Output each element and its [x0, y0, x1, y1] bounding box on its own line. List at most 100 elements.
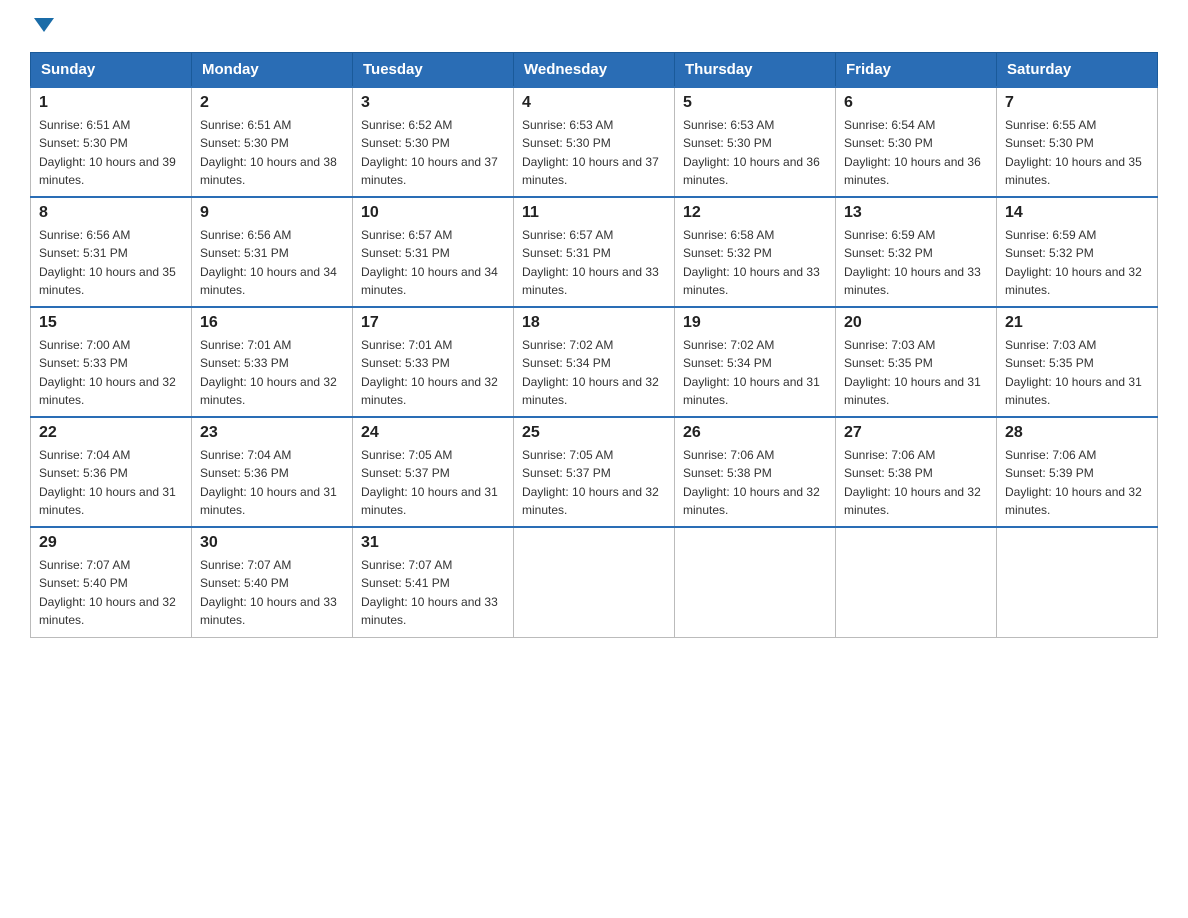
day-number: 9	[200, 204, 344, 222]
day-number: 1	[39, 94, 183, 112]
calendar-cell: 6 Sunrise: 6:54 AMSunset: 5:30 PMDayligh…	[836, 87, 997, 197]
day-info: Sunrise: 7:05 AMSunset: 5:37 PMDaylight:…	[522, 448, 659, 517]
logo-triangle-icon	[34, 18, 54, 32]
day-number: 28	[1005, 424, 1149, 442]
column-header-wednesday: Wednesday	[514, 53, 675, 88]
calendar-cell: 24 Sunrise: 7:05 AMSunset: 5:37 PMDaylig…	[353, 417, 514, 527]
day-number: 20	[844, 314, 988, 332]
day-info: Sunrise: 6:51 AMSunset: 5:30 PMDaylight:…	[39, 118, 176, 187]
day-info: Sunrise: 7:03 AMSunset: 5:35 PMDaylight:…	[1005, 338, 1142, 407]
day-info: Sunrise: 7:05 AMSunset: 5:37 PMDaylight:…	[361, 448, 498, 517]
day-info: Sunrise: 6:51 AMSunset: 5:30 PMDaylight:…	[200, 118, 337, 187]
calendar-cell: 2 Sunrise: 6:51 AMSunset: 5:30 PMDayligh…	[192, 87, 353, 197]
day-number: 22	[39, 424, 183, 442]
page-header	[30, 20, 1158, 34]
calendar-cell: 3 Sunrise: 6:52 AMSunset: 5:30 PMDayligh…	[353, 87, 514, 197]
calendar-cell: 18 Sunrise: 7:02 AMSunset: 5:34 PMDaylig…	[514, 307, 675, 417]
calendar-cell: 12 Sunrise: 6:58 AMSunset: 5:32 PMDaylig…	[675, 197, 836, 307]
calendar-cell	[997, 527, 1158, 637]
day-number: 30	[200, 534, 344, 552]
day-info: Sunrise: 6:52 AMSunset: 5:30 PMDaylight:…	[361, 118, 498, 187]
day-info: Sunrise: 6:55 AMSunset: 5:30 PMDaylight:…	[1005, 118, 1142, 187]
day-info: Sunrise: 6:59 AMSunset: 5:32 PMDaylight:…	[844, 228, 981, 297]
day-info: Sunrise: 7:06 AMSunset: 5:38 PMDaylight:…	[683, 448, 820, 517]
day-number: 24	[361, 424, 505, 442]
calendar-cell: 17 Sunrise: 7:01 AMSunset: 5:33 PMDaylig…	[353, 307, 514, 417]
day-number: 25	[522, 424, 666, 442]
week-row-5: 29 Sunrise: 7:07 AMSunset: 5:40 PMDaylig…	[31, 527, 1158, 637]
calendar-table: SundayMondayTuesdayWednesdayThursdayFrid…	[30, 52, 1158, 638]
day-info: Sunrise: 6:59 AMSunset: 5:32 PMDaylight:…	[1005, 228, 1142, 297]
week-row-1: 1 Sunrise: 6:51 AMSunset: 5:30 PMDayligh…	[31, 87, 1158, 197]
day-number: 10	[361, 204, 505, 222]
column-header-friday: Friday	[836, 53, 997, 88]
calendar-cell: 1 Sunrise: 6:51 AMSunset: 5:30 PMDayligh…	[31, 87, 192, 197]
calendar-cell: 25 Sunrise: 7:05 AMSunset: 5:37 PMDaylig…	[514, 417, 675, 527]
day-info: Sunrise: 6:53 AMSunset: 5:30 PMDaylight:…	[683, 118, 820, 187]
column-header-monday: Monday	[192, 53, 353, 88]
week-row-4: 22 Sunrise: 7:04 AMSunset: 5:36 PMDaylig…	[31, 417, 1158, 527]
calendar-cell: 22 Sunrise: 7:04 AMSunset: 5:36 PMDaylig…	[31, 417, 192, 527]
day-number: 6	[844, 94, 988, 112]
calendar-cell: 23 Sunrise: 7:04 AMSunset: 5:36 PMDaylig…	[192, 417, 353, 527]
day-info: Sunrise: 7:07 AMSunset: 5:40 PMDaylight:…	[200, 558, 337, 627]
calendar-cell: 5 Sunrise: 6:53 AMSunset: 5:30 PMDayligh…	[675, 87, 836, 197]
day-number: 13	[844, 204, 988, 222]
week-row-2: 8 Sunrise: 6:56 AMSunset: 5:31 PMDayligh…	[31, 197, 1158, 307]
day-number: 12	[683, 204, 827, 222]
calendar-cell: 16 Sunrise: 7:01 AMSunset: 5:33 PMDaylig…	[192, 307, 353, 417]
column-header-sunday: Sunday	[31, 53, 192, 88]
day-number: 15	[39, 314, 183, 332]
logo	[30, 20, 54, 34]
calendar-cell: 11 Sunrise: 6:57 AMSunset: 5:31 PMDaylig…	[514, 197, 675, 307]
day-info: Sunrise: 6:56 AMSunset: 5:31 PMDaylight:…	[200, 228, 337, 297]
day-number: 2	[200, 94, 344, 112]
calendar-cell: 9 Sunrise: 6:56 AMSunset: 5:31 PMDayligh…	[192, 197, 353, 307]
calendar-cell: 4 Sunrise: 6:53 AMSunset: 5:30 PMDayligh…	[514, 87, 675, 197]
calendar-cell	[514, 527, 675, 637]
calendar-cell: 20 Sunrise: 7:03 AMSunset: 5:35 PMDaylig…	[836, 307, 997, 417]
day-number: 17	[361, 314, 505, 332]
calendar-cell: 10 Sunrise: 6:57 AMSunset: 5:31 PMDaylig…	[353, 197, 514, 307]
day-info: Sunrise: 7:06 AMSunset: 5:38 PMDaylight:…	[844, 448, 981, 517]
day-number: 19	[683, 314, 827, 332]
day-info: Sunrise: 7:01 AMSunset: 5:33 PMDaylight:…	[200, 338, 337, 407]
day-number: 8	[39, 204, 183, 222]
day-info: Sunrise: 7:02 AMSunset: 5:34 PMDaylight:…	[683, 338, 820, 407]
calendar-cell: 7 Sunrise: 6:55 AMSunset: 5:30 PMDayligh…	[997, 87, 1158, 197]
day-number: 27	[844, 424, 988, 442]
calendar-cell: 15 Sunrise: 7:00 AMSunset: 5:33 PMDaylig…	[31, 307, 192, 417]
day-info: Sunrise: 6:56 AMSunset: 5:31 PMDaylight:…	[39, 228, 176, 297]
calendar-cell: 13 Sunrise: 6:59 AMSunset: 5:32 PMDaylig…	[836, 197, 997, 307]
week-row-3: 15 Sunrise: 7:00 AMSunset: 5:33 PMDaylig…	[31, 307, 1158, 417]
day-number: 11	[522, 204, 666, 222]
day-info: Sunrise: 7:07 AMSunset: 5:41 PMDaylight:…	[361, 558, 498, 627]
calendar-cell: 26 Sunrise: 7:06 AMSunset: 5:38 PMDaylig…	[675, 417, 836, 527]
day-number: 18	[522, 314, 666, 332]
day-number: 5	[683, 94, 827, 112]
day-info: Sunrise: 6:57 AMSunset: 5:31 PMDaylight:…	[361, 228, 498, 297]
column-header-tuesday: Tuesday	[353, 53, 514, 88]
day-number: 26	[683, 424, 827, 442]
column-header-saturday: Saturday	[997, 53, 1158, 88]
day-info: Sunrise: 7:02 AMSunset: 5:34 PMDaylight:…	[522, 338, 659, 407]
day-info: Sunrise: 7:00 AMSunset: 5:33 PMDaylight:…	[39, 338, 176, 407]
day-number: 23	[200, 424, 344, 442]
day-info: Sunrise: 6:54 AMSunset: 5:30 PMDaylight:…	[844, 118, 981, 187]
calendar-cell	[675, 527, 836, 637]
day-info: Sunrise: 7:04 AMSunset: 5:36 PMDaylight:…	[39, 448, 176, 517]
day-info: Sunrise: 7:07 AMSunset: 5:40 PMDaylight:…	[39, 558, 176, 627]
day-number: 14	[1005, 204, 1149, 222]
day-info: Sunrise: 6:57 AMSunset: 5:31 PMDaylight:…	[522, 228, 659, 297]
calendar-cell: 29 Sunrise: 7:07 AMSunset: 5:40 PMDaylig…	[31, 527, 192, 637]
day-number: 31	[361, 534, 505, 552]
day-info: Sunrise: 6:53 AMSunset: 5:30 PMDaylight:…	[522, 118, 659, 187]
day-number: 16	[200, 314, 344, 332]
calendar-cell: 19 Sunrise: 7:02 AMSunset: 5:34 PMDaylig…	[675, 307, 836, 417]
calendar-cell: 31 Sunrise: 7:07 AMSunset: 5:41 PMDaylig…	[353, 527, 514, 637]
calendar-cell	[836, 527, 997, 637]
day-number: 3	[361, 94, 505, 112]
day-number: 21	[1005, 314, 1149, 332]
calendar-cell: 27 Sunrise: 7:06 AMSunset: 5:38 PMDaylig…	[836, 417, 997, 527]
calendar-cell: 8 Sunrise: 6:56 AMSunset: 5:31 PMDayligh…	[31, 197, 192, 307]
